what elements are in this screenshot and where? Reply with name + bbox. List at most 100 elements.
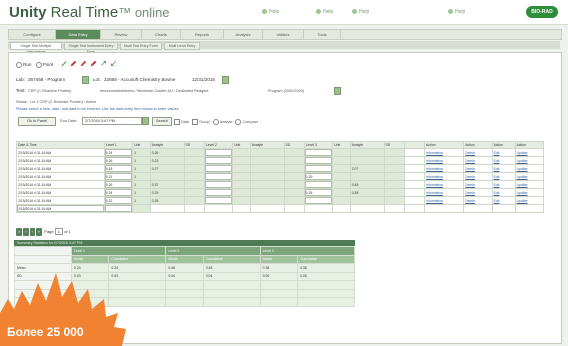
unit3-select[interactable] xyxy=(332,164,351,173)
row-action-update[interactable]: Update xyxy=(514,156,545,165)
copy-icon[interactable] xyxy=(80,60,87,67)
row-action-update[interactable]: Update xyxy=(514,180,545,189)
level1-input[interactable]: 0.18 xyxy=(103,164,134,173)
row-action-delete[interactable]: Delete xyxy=(463,180,493,189)
level2-input[interactable] xyxy=(203,172,234,181)
row-action-delete[interactable]: Delete xyxy=(463,164,493,173)
row-action-delete[interactable]: Delete xyxy=(463,148,493,157)
tab-single-test-instrument[interactable]: Single Test Instrument Entry Form xyxy=(64,42,118,54)
level2-input[interactable] xyxy=(203,148,234,157)
row-action-info[interactable]: Information xyxy=(424,148,465,157)
header-link-1[interactable]: Help xyxy=(262,9,279,15)
search-button[interactable]: Search xyxy=(152,117,172,126)
menu-charts[interactable]: Charts xyxy=(142,30,181,39)
unit1-select[interactable]: 1 xyxy=(132,180,151,189)
row-action-info[interactable]: Information xyxy=(424,164,465,173)
row-action-update[interactable]: Update xyxy=(514,148,545,157)
header-link-2[interactable]: Help xyxy=(316,9,333,15)
row-action-update[interactable]: Update xyxy=(514,188,545,197)
row-action-edit[interactable]: Edit xyxy=(491,188,516,197)
mode-run-radio[interactable] xyxy=(16,62,22,68)
unit3-select[interactable] xyxy=(332,180,351,189)
row-action-edit[interactable]: Edit xyxy=(491,180,516,189)
row-action-info[interactable]: Information xyxy=(424,188,465,197)
row-action-info[interactable]: Information xyxy=(424,172,465,181)
menu-analysis[interactable]: Analysis xyxy=(224,30,263,39)
level1-input[interactable]: 0.26 xyxy=(103,180,134,189)
level2-input[interactable] xyxy=(203,164,234,173)
unit3-select[interactable] xyxy=(332,204,351,213)
menu-data-entry[interactable]: Data Entry xyxy=(56,30,101,39)
menu-reports[interactable]: Reports xyxy=(181,30,224,39)
unit1-select[interactable]: 1 xyxy=(132,156,151,165)
lot-lookup-button[interactable] xyxy=(222,76,229,84)
wrench-icon[interactable] xyxy=(60,60,67,67)
unit2-select[interactable] xyxy=(232,172,251,181)
unit3-select[interactable] xyxy=(332,148,351,157)
level2-input[interactable] xyxy=(203,196,234,205)
level2-input[interactable] xyxy=(203,156,234,165)
level1-input[interactable]: 0.22 xyxy=(103,196,134,205)
collapse-icon[interactable] xyxy=(110,60,117,67)
row-action-update[interactable]: Update xyxy=(514,196,545,205)
row-action-edit[interactable]: Edit xyxy=(491,164,516,173)
level3-input[interactable] xyxy=(303,156,334,165)
next-page-button[interactable]: › xyxy=(29,228,35,236)
edit-icon[interactable] xyxy=(70,60,77,67)
level1-input[interactable]: 0.24 xyxy=(103,148,134,157)
unit1-select[interactable]: 1 xyxy=(132,196,151,205)
row-action-delete[interactable]: Delete xyxy=(463,188,493,197)
unit2-select[interactable] xyxy=(232,148,251,157)
row-action-edit[interactable]: Edit xyxy=(491,148,516,157)
option-compact-radio[interactable] xyxy=(235,119,242,125)
level2-input[interactable] xyxy=(203,204,234,213)
unit1-select[interactable]: 1 xyxy=(132,172,151,181)
option-date-checkbox[interactable] xyxy=(174,119,180,125)
unit3-select[interactable] xyxy=(332,156,351,165)
unit1-select[interactable]: 1 xyxy=(132,188,151,197)
unit2-select[interactable] xyxy=(232,156,251,165)
unit2-select[interactable] xyxy=(232,164,251,173)
row-action-delete[interactable]: Delete xyxy=(463,156,493,165)
row-action-update[interactable]: Update xyxy=(514,164,545,173)
menu-utilities[interactable]: Utilities xyxy=(263,30,304,39)
level3-input[interactable] xyxy=(303,180,334,189)
level1-input[interactable]: 0.26 xyxy=(103,156,134,165)
expand-icon[interactable] xyxy=(100,60,107,67)
header-link-3[interactable]: Help xyxy=(352,9,369,15)
run-date-input[interactable]: 2/7/2016 3:47 PM xyxy=(82,117,142,125)
prev-page-button[interactable]: ‹ xyxy=(23,228,29,236)
header-link-4[interactable]: Help xyxy=(448,9,465,15)
tab-single-test-multiple[interactable]: Single Test Multiple Instruments xyxy=(10,42,62,54)
level3-input[interactable] xyxy=(303,204,334,213)
level1-input[interactable]: 0.21 xyxy=(103,172,134,181)
filter-icon[interactable] xyxy=(90,60,97,67)
unit2-select[interactable] xyxy=(232,188,251,197)
row-action-info[interactable]: Information xyxy=(424,156,465,165)
row-action-info[interactable]: Information xyxy=(424,196,465,205)
unit3-select[interactable] xyxy=(332,196,351,205)
mode-point-radio[interactable] xyxy=(35,62,42,68)
level3-input[interactable] xyxy=(303,196,334,205)
unit2-select[interactable] xyxy=(232,204,251,213)
option-group-checkbox[interactable] xyxy=(192,119,199,125)
go-to-panel-button[interactable]: Go to Panel xyxy=(18,117,56,126)
lab-lookup-button[interactable] xyxy=(82,76,89,84)
row-action-delete[interactable]: Delete xyxy=(463,196,493,205)
unit2-select[interactable] xyxy=(232,196,251,205)
page-number-input[interactable]: 1 xyxy=(54,228,63,235)
unit3-select[interactable] xyxy=(332,188,351,197)
test-lookup-button[interactable] xyxy=(334,87,341,95)
tab-multi-level[interactable]: Multi Level Entry xyxy=(164,42,200,50)
unit1-select[interactable]: 1 xyxy=(132,164,151,173)
row-action-edit[interactable]: Edit xyxy=(491,172,516,181)
new-row-date-input[interactable]: 2/15/2016 4:31:16 AM xyxy=(16,204,105,213)
row-action-edit[interactable]: Edit xyxy=(491,156,516,165)
unit1-select[interactable]: 1 xyxy=(132,148,151,157)
first-page-button[interactable]: « xyxy=(16,228,23,236)
level1-input[interactable]: 0.24 xyxy=(103,188,134,197)
level3-input[interactable] xyxy=(303,148,334,157)
unit2-select[interactable] xyxy=(232,180,251,189)
level1-input[interactable] xyxy=(103,204,134,213)
menu-review[interactable]: Review xyxy=(101,30,142,39)
